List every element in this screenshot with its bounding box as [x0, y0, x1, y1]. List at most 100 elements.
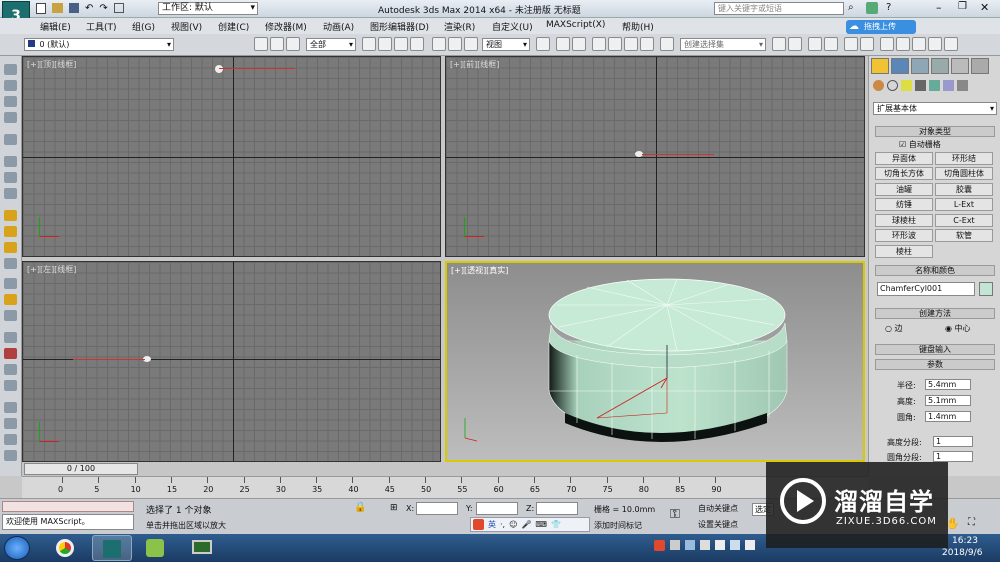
menu-customize[interactable]: 自定义(U) [492, 20, 533, 33]
primitive-button[interactable]: C-Ext [935, 214, 993, 227]
rollout-name-color[interactable]: 名称和颜色 [875, 265, 995, 276]
render-setup-icon[interactable] [896, 37, 910, 51]
menu-group[interactable]: 组(G) [132, 20, 155, 33]
radius-spinner[interactable]: 5.4mm [925, 379, 971, 390]
helpers-icon[interactable] [929, 80, 940, 91]
rendered-frame-icon[interactable] [912, 37, 926, 51]
viewport-label[interactable]: [+][左][线框] [27, 264, 76, 275]
material-editor-icon[interactable] [880, 37, 894, 51]
curve-editor-icon[interactable] [844, 37, 858, 51]
cameras-icon[interactable] [915, 80, 926, 91]
tool-icon[interactable] [4, 210, 17, 221]
primitive-button[interactable]: 切角圆柱体 [935, 167, 993, 180]
radio-center[interactable]: ◉ 中心 [945, 323, 971, 334]
create-tab-icon[interactable] [871, 58, 889, 74]
menu-edit[interactable]: 编辑(E) [40, 20, 71, 33]
tool-icon[interactable] [4, 156, 17, 167]
tray-icon[interactable] [700, 540, 710, 550]
menu-create[interactable]: 创建(C) [218, 20, 249, 33]
reference-coord-dropdown[interactable]: 视图 ▾ [482, 38, 530, 51]
render-icon[interactable] [928, 37, 942, 51]
clock-date[interactable]: 2018/9/6 [942, 548, 982, 558]
tool-icon[interactable] [4, 332, 17, 343]
display-tab-icon[interactable] [951, 58, 969, 74]
menu-maxscript[interactable]: MAXScript(X) [546, 20, 605, 30]
tool-icon[interactable] [4, 64, 17, 75]
layer-dropdown[interactable]: 0 (默认) ▾ [24, 38, 174, 51]
select-object-icon[interactable] [362, 37, 376, 51]
systems-icon[interactable] [957, 80, 968, 91]
z-coord-field[interactable] [536, 502, 578, 515]
render-iterative-icon[interactable] [944, 37, 958, 51]
new-file-icon[interactable] [36, 3, 46, 14]
tool-icon[interactable] [4, 418, 17, 429]
viewport-left[interactable]: [+][左][线框] [22, 261, 441, 462]
shapes-icon[interactable] [887, 80, 898, 91]
workspace-dropdown[interactable]: 工作区: 默认 ▾ [158, 2, 258, 15]
tool-icon[interactable] [4, 188, 17, 199]
geometry-icon[interactable] [873, 80, 884, 91]
layer-manager-icon[interactable] [808, 37, 822, 51]
select-by-name-icon[interactable] [378, 37, 392, 51]
x-coord-field[interactable] [416, 502, 458, 515]
keyboard-shortcut-icon[interactable] [572, 37, 586, 51]
viewport-top[interactable]: [+][顶][线框] [22, 56, 441, 257]
auto-key-button[interactable]: 自动关键点 [698, 503, 738, 514]
modify-tab-icon[interactable] [891, 58, 909, 74]
tool-icon[interactable] [4, 258, 17, 269]
subscription-icon[interactable] [866, 2, 878, 14]
rotate-icon[interactable] [448, 37, 462, 51]
tray-icon[interactable] [670, 540, 680, 550]
viewport-nav-icon[interactable]: ✋ [946, 517, 960, 530]
bind-spacewarp-icon[interactable] [286, 37, 300, 51]
restore-icon[interactable]: ❐ [958, 1, 967, 12]
screen-taskbar-icon[interactable] [184, 536, 220, 560]
utilities-tab-icon[interactable] [971, 58, 989, 74]
auto-grid-checkbox[interactable]: ☑ 自动栅格 [899, 139, 941, 150]
help-icon[interactable]: ? [886, 2, 891, 13]
primitive-button[interactable]: 胶囊 [935, 183, 993, 196]
clock-time[interactable]: 16:23 [952, 536, 978, 546]
search-input[interactable]: 键入关键字或短语 [714, 2, 844, 15]
tool-icon[interactable] [4, 226, 17, 237]
chrome-taskbar-icon[interactable] [48, 536, 84, 560]
volume-icon[interactable] [745, 540, 755, 550]
selection-filter-dropdown[interactable]: 全部 ▾ [306, 38, 356, 51]
scale-icon[interactable] [464, 37, 478, 51]
rollout-keyboard-entry[interactable]: 键盘输入 [875, 344, 995, 355]
viewport-label[interactable]: [+][前][线框] [450, 59, 499, 70]
tool-icon[interactable] [4, 112, 17, 123]
select-link-icon[interactable] [254, 37, 268, 51]
rollout-parameters[interactable]: 参数 [875, 359, 995, 370]
menu-graph-editors[interactable]: 图形编辑器(D) [370, 20, 429, 33]
ime-toolbar[interactable]: 英 ·, ☺ 🎤 ⌨ 👕 [470, 517, 590, 532]
open-file-icon[interactable] [52, 3, 63, 13]
primitive-button[interactable]: 纺锤 [875, 198, 933, 211]
height-spinner[interactable]: 5.1mm [925, 395, 971, 406]
align-icon[interactable] [788, 37, 802, 51]
primitive-button[interactable]: L-Ext [935, 198, 993, 211]
tool-icon[interactable] [4, 80, 17, 91]
transform-mode-icon[interactable]: ⊞ [390, 503, 398, 513]
maximize-viewport-icon[interactable]: ⛶ [968, 517, 975, 528]
rollout-object-type[interactable]: 对象类型 [875, 126, 995, 137]
menu-modifiers[interactable]: 修改器(M) [265, 20, 307, 33]
viewport-label[interactable]: [+][顶][线框] [27, 59, 76, 70]
rect-selection-icon[interactable] [394, 37, 408, 51]
tool-icon[interactable] [4, 96, 17, 107]
primitive-button[interactable]: 棱柱 [875, 245, 933, 258]
move-icon[interactable] [432, 37, 446, 51]
named-selection-dropdown[interactable]: 创建选择集 ▾ [680, 38, 766, 51]
tool-icon[interactable] [4, 348, 17, 359]
snaps-toggle-icon[interactable] [592, 37, 606, 51]
time-slider-thumb[interactable]: 0 / 100 [24, 463, 138, 475]
primitive-button[interactable]: 软管 [935, 229, 993, 242]
hierarchy-tab-icon[interactable] [911, 58, 929, 74]
unlink-icon[interactable] [270, 37, 284, 51]
fillet-segs-spinner[interactable]: 1 [933, 451, 973, 462]
lights-icon[interactable] [901, 80, 912, 91]
tool-icon[interactable] [4, 402, 17, 413]
motion-tab-icon[interactable] [931, 58, 949, 74]
lock-selection-icon[interactable]: 🔒 [354, 502, 366, 513]
spinner-snap-icon[interactable] [640, 37, 654, 51]
